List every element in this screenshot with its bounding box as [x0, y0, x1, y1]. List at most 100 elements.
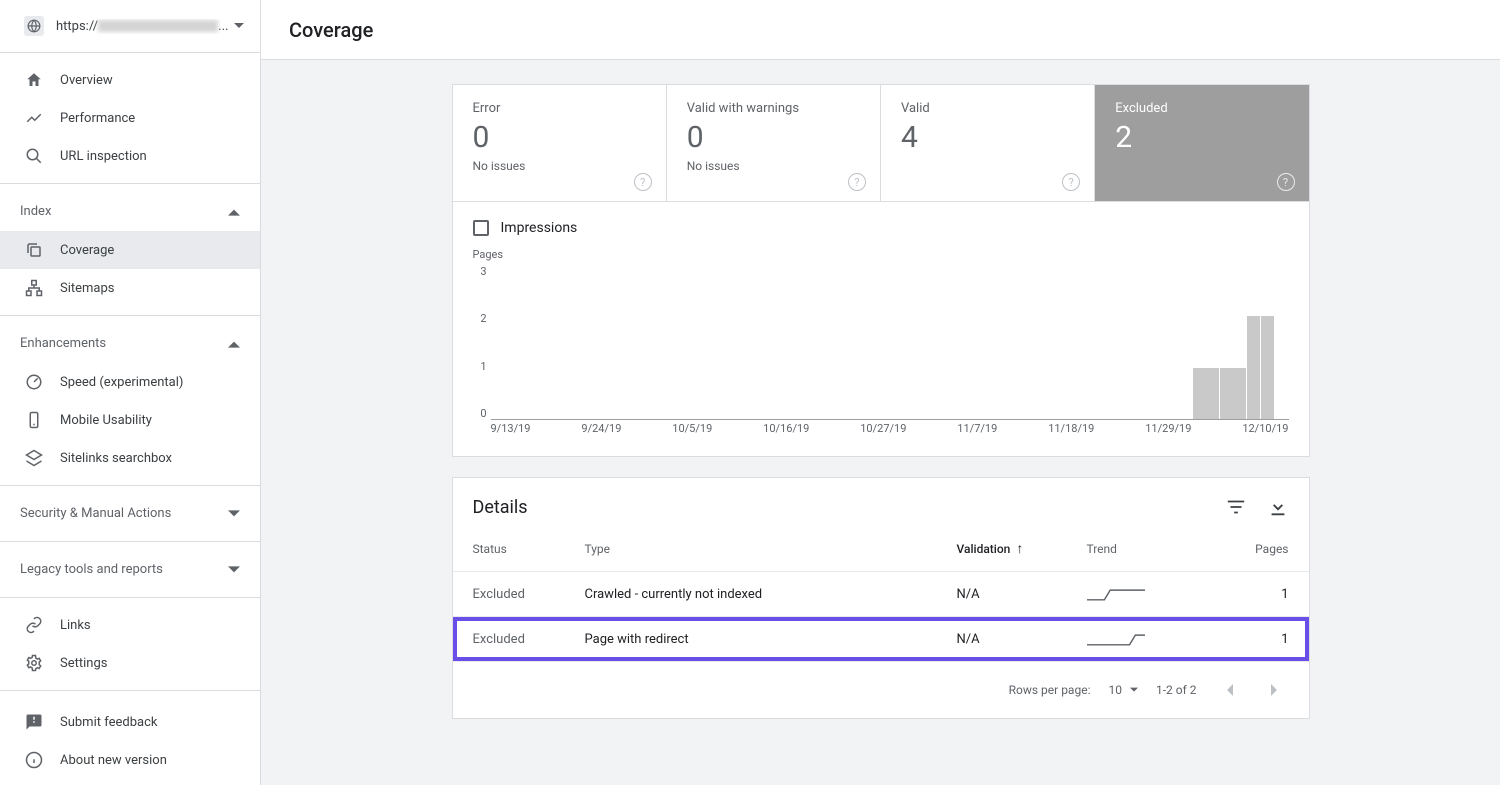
- card-sub: No issues: [687, 159, 860, 173]
- sidebar-item-label: URL inspection: [60, 149, 147, 164]
- help-icon[interactable]: ?: [1277, 173, 1295, 191]
- details-card: Details Status Type Validation↑ Trend Pa…: [452, 477, 1310, 719]
- rows-per-page-select[interactable]: 10: [1108, 683, 1138, 697]
- pager-prev-button[interactable]: [1215, 676, 1243, 704]
- sidebar-item-label: Coverage: [60, 243, 114, 258]
- chart-bar: [1220, 368, 1233, 419]
- layers-icon: [24, 448, 44, 468]
- main-content: Error 0 No issues ? Valid with warnings …: [261, 60, 1500, 785]
- globe-icon: [24, 16, 44, 36]
- sidebar-item-performance[interactable]: Performance: [0, 99, 260, 137]
- sidebar-item-label: Sitemaps: [60, 281, 115, 296]
- home-icon: [24, 70, 44, 90]
- help-icon[interactable]: ?: [1062, 173, 1080, 191]
- table-row[interactable]: Excluded Crawled - currently not indexed…: [453, 572, 1309, 617]
- chevron-down-icon: [228, 508, 240, 520]
- page-title: Coverage: [289, 18, 373, 42]
- col-validation[interactable]: Validation↑: [957, 540, 1087, 557]
- property-selector[interactable]: https://...: [0, 0, 260, 53]
- sidebar-item-sitelinks[interactable]: Sitelinks searchbox: [0, 439, 260, 477]
- rows-per-page-label: Rows per page:: [1009, 683, 1091, 697]
- card-label: Error: [473, 101, 646, 116]
- section-header-enhancements[interactable]: Enhancements: [0, 324, 260, 363]
- sidebar-item-links[interactable]: Links: [0, 606, 260, 644]
- trend-sparkline: [1087, 586, 1227, 602]
- col-type[interactable]: Type: [585, 542, 957, 556]
- chart-bar: [1206, 368, 1219, 419]
- chart-bar: [1247, 316, 1260, 419]
- sidebar-item-label: About new version: [60, 753, 167, 768]
- copy-icon: [24, 240, 44, 260]
- status-card-valid-warnings[interactable]: Valid with warnings 0 No issues ?: [666, 84, 880, 202]
- chart-bar: [1193, 368, 1206, 419]
- trend-icon: [24, 108, 44, 128]
- card-count: 0: [687, 120, 860, 155]
- sidebar-item-overview[interactable]: Overview: [0, 61, 260, 99]
- table-row[interactable]: Excluded Page with redirect N/A 1: [453, 617, 1309, 662]
- section-header-index[interactable]: Index: [0, 192, 260, 231]
- chevron-up-icon: [228, 338, 240, 350]
- help-icon[interactable]: ?: [848, 173, 866, 191]
- col-pages[interactable]: Pages: [1227, 542, 1289, 556]
- sidebar-item-label: Submit feedback: [60, 715, 157, 730]
- details-table: Status Type Validation↑ Trend Pages Excl…: [453, 526, 1309, 662]
- sidebar-item-url-inspection[interactable]: URL inspection: [0, 137, 260, 175]
- sidebar-item-label: Settings: [60, 656, 107, 671]
- gauge-icon: [24, 372, 44, 392]
- sidebar-item-feedback[interactable]: Submit feedback: [0, 703, 260, 741]
- table-header-row: Status Type Validation↑ Trend Pages: [453, 526, 1309, 572]
- chart-plot: [491, 265, 1289, 420]
- sidebar-item-settings[interactable]: Settings: [0, 644, 260, 682]
- chevron-down-icon: [1130, 687, 1138, 693]
- section-header-legacy[interactable]: Legacy tools and reports: [0, 550, 260, 589]
- col-status[interactable]: Status: [473, 542, 585, 556]
- details-title: Details: [473, 497, 528, 518]
- info-icon: [24, 750, 44, 770]
- section-header-security[interactable]: Security & Manual Actions: [0, 494, 260, 533]
- sitemap-icon: [24, 278, 44, 298]
- sidebar-item-label: Overview: [60, 73, 113, 88]
- chevron-down-icon: [228, 564, 240, 576]
- sidebar-item-label: Mobile Usability: [60, 413, 152, 428]
- sidebar-item-about[interactable]: About new version: [0, 741, 260, 779]
- chart-bar: [1233, 368, 1246, 419]
- impressions-label: Impressions: [501, 220, 578, 236]
- chart-y-title: Pages: [473, 248, 1289, 261]
- card-count: 4: [901, 120, 1074, 155]
- chart-bar: [1261, 316, 1274, 419]
- link-icon: [24, 615, 44, 635]
- sidebar-item-speed[interactable]: Speed (experimental): [0, 363, 260, 401]
- sidebar-item-label: Performance: [60, 111, 135, 126]
- status-card-row: Error 0 No issues ? Valid with warnings …: [452, 84, 1310, 202]
- sidebar-item-label: Sitelinks searchbox: [60, 451, 172, 466]
- card-label: Valid: [901, 101, 1074, 116]
- col-trend[interactable]: Trend: [1087, 542, 1227, 556]
- status-card-error[interactable]: Error 0 No issues ?: [452, 84, 666, 202]
- help-icon[interactable]: ?: [634, 173, 652, 191]
- phone-icon: [24, 410, 44, 430]
- card-label: Valid with warnings: [687, 101, 860, 116]
- sidebar: https://... Overview Performance URL ins…: [0, 0, 261, 785]
- impressions-checkbox[interactable]: [473, 220, 489, 236]
- page-header: Coverage: [261, 0, 1500, 60]
- status-card-excluded[interactable]: Excluded 2 ?: [1094, 84, 1309, 202]
- filter-icon[interactable]: [1225, 496, 1247, 518]
- card-count: 0: [473, 120, 646, 155]
- chart-area: 3 2 1 0 9/13/19 9/24/19 10/5/19 10/16/19…: [473, 265, 1289, 440]
- status-card-valid[interactable]: Valid 4 ?: [880, 84, 1094, 202]
- property-url: https://...: [56, 19, 234, 34]
- sidebar-item-coverage[interactable]: Coverage: [0, 231, 260, 269]
- chart-y-axis: 3 2 1 0: [473, 265, 487, 420]
- chart-x-axis: 9/13/19 9/24/19 10/5/19 10/16/19 10/27/1…: [491, 422, 1289, 440]
- pager-next-button[interactable]: [1261, 676, 1289, 704]
- gear-icon: [24, 653, 44, 673]
- card-sub: No issues: [473, 159, 646, 173]
- download-icon[interactable]: [1267, 496, 1289, 518]
- table-pager: Rows per page: 10 1-2 of 2: [453, 662, 1309, 718]
- pager-range: 1-2 of 2: [1156, 683, 1197, 697]
- sidebar-item-mobile-usability[interactable]: Mobile Usability: [0, 401, 260, 439]
- sidebar-item-sitemaps[interactable]: Sitemaps: [0, 269, 260, 307]
- chart-card: Impressions Pages 3 2 1 0 9/13/19 9/24/1…: [452, 202, 1310, 457]
- sort-up-icon: ↑: [1016, 541, 1023, 557]
- sidebar-item-label: Links: [60, 618, 91, 633]
